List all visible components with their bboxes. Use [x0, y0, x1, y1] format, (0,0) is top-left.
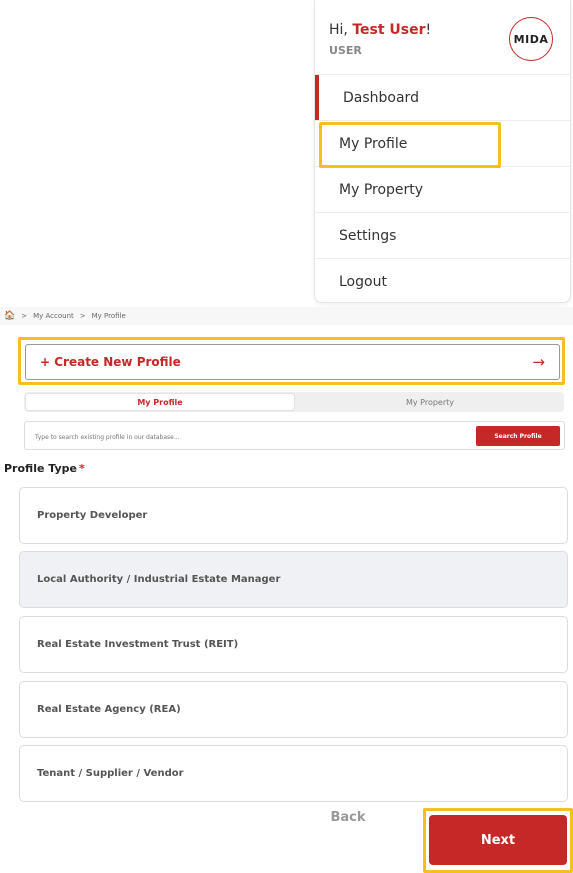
user-menu-dropdown: Hi, Test User! USER MIDA Dashboard My Pr…: [314, 0, 571, 303]
create-new-profile-label: + Create New Profile: [40, 355, 181, 369]
user-menu-header: Hi, Test User! USER MIDA: [315, 0, 570, 72]
mida-logo: MIDA: [509, 17, 553, 61]
menu-item-settings[interactable]: Settings: [315, 212, 570, 258]
back-button[interactable]: Back: [310, 799, 386, 835]
next-button[interactable]: Next: [429, 815, 567, 865]
menu-item-logout[interactable]: Logout: [315, 258, 570, 304]
tab-my-property[interactable]: My Property: [296, 392, 564, 412]
menu-item-dashboard[interactable]: Dashboard: [315, 74, 570, 120]
tab-my-profile[interactable]: My Profile: [25, 393, 295, 411]
breadcrumb-separator-icon: >: [79, 312, 86, 320]
create-new-profile-button[interactable]: + Create New Profile →: [25, 344, 560, 380]
option-local-authority[interactable]: Local Authority / Industrial Estate Mana…: [19, 551, 568, 608]
required-mark: *: [78, 462, 85, 475]
breadcrumb-separator-icon: >: [21, 312, 28, 320]
user-name: Test User: [352, 22, 426, 38]
profile-type-label: Profile Type *: [4, 462, 85, 475]
option-reit[interactable]: Real Estate Investment Trust (REIT): [19, 616, 568, 673]
option-property-developer[interactable]: Property Developer: [19, 487, 568, 544]
profile-tabs: My Profile My Property: [24, 392, 564, 412]
search-input[interactable]: [33, 429, 457, 445]
menu-item-my-property[interactable]: My Property: [315, 166, 570, 212]
arrow-right-icon: →: [532, 353, 545, 371]
user-role: USER: [329, 44, 362, 57]
option-rea[interactable]: Real Estate Agency (REA): [19, 681, 568, 738]
user-greeting: Hi, Test User!: [329, 22, 432, 38]
profile-search-bar: Search Profile: [24, 421, 565, 450]
option-tenant-supplier-vendor[interactable]: Tenant / Supplier / Vendor: [19, 745, 568, 802]
highlight-my-profile: [319, 122, 501, 168]
breadcrumb-my-profile: My Profile: [91, 312, 126, 320]
breadcrumb: 🏠 > My Account > My Profile: [0, 307, 573, 325]
search-profile-button[interactable]: Search Profile: [476, 426, 560, 446]
breadcrumb-my-account[interactable]: My Account: [33, 312, 74, 320]
home-icon[interactable]: 🏠: [4, 311, 15, 321]
